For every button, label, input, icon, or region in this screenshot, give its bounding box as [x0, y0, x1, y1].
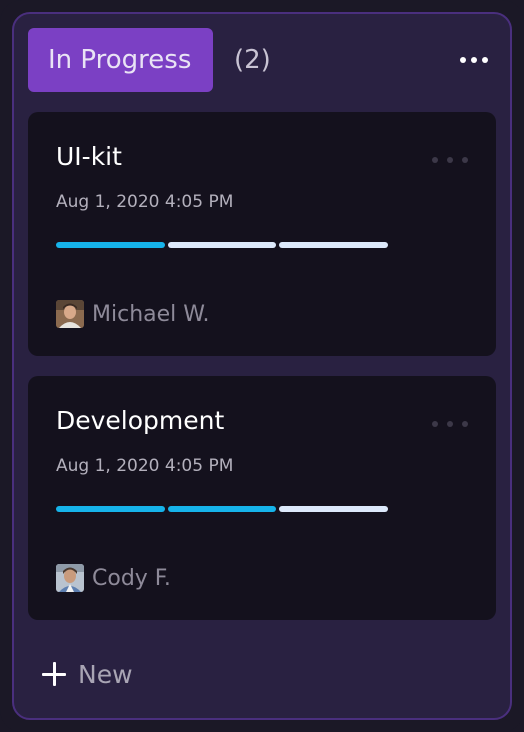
- kanban-column-in-progress: In Progress (2) UI-kit Aug 1, 2020 4:05 …: [12, 12, 512, 720]
- progress-segment: [279, 506, 389, 512]
- card-title: UI-kit: [56, 142, 122, 171]
- card-assignee[interactable]: Cody F.: [56, 564, 171, 592]
- new-button-label: New: [78, 659, 133, 689]
- dot-icon: [471, 57, 477, 63]
- task-card[interactable]: UI-kit Aug 1, 2020 4:05 PM Michael W.: [28, 112, 496, 356]
- dot-icon: [462, 421, 468, 427]
- avatar: [56, 564, 84, 592]
- card-assignee[interactable]: Michael W.: [56, 300, 209, 328]
- progress-segment: [167, 506, 277, 512]
- progress-segment: [56, 506, 165, 512]
- dot-icon: [447, 157, 453, 163]
- card-more-icon[interactable]: [432, 416, 468, 432]
- dot-icon: [432, 157, 438, 163]
- progress-segment: [56, 242, 165, 248]
- dot-icon: [462, 157, 468, 163]
- board-frame: In Progress (2) UI-kit Aug 1, 2020 4:05 …: [0, 0, 524, 732]
- progress-segment: [279, 242, 389, 248]
- plus-icon: [42, 662, 66, 686]
- dot-icon: [460, 57, 466, 63]
- progress-segment: [167, 242, 277, 248]
- card-date: Aug 1, 2020 4:05 PM: [56, 192, 234, 212]
- column-title[interactable]: In Progress: [28, 28, 214, 92]
- avatar: [56, 300, 84, 328]
- task-card[interactable]: Development Aug 1, 2020 4:05 PM Cody F.: [28, 376, 496, 620]
- dot-icon: [432, 421, 438, 427]
- column-more-icon[interactable]: [454, 48, 494, 72]
- column-card-count: (2): [234, 45, 271, 75]
- assignee-name: Cody F.: [92, 565, 171, 591]
- card-more-icon[interactable]: [432, 152, 468, 168]
- dot-icon: [447, 421, 453, 427]
- dot-icon: [482, 57, 488, 63]
- progress-bar: [56, 242, 389, 248]
- assignee-name: Michael W.: [92, 301, 210, 327]
- card-title: Development: [56, 406, 225, 435]
- add-new-card-button[interactable]: New: [42, 654, 133, 694]
- card-date: Aug 1, 2020 4:05 PM: [56, 456, 234, 476]
- progress-bar: [56, 506, 389, 512]
